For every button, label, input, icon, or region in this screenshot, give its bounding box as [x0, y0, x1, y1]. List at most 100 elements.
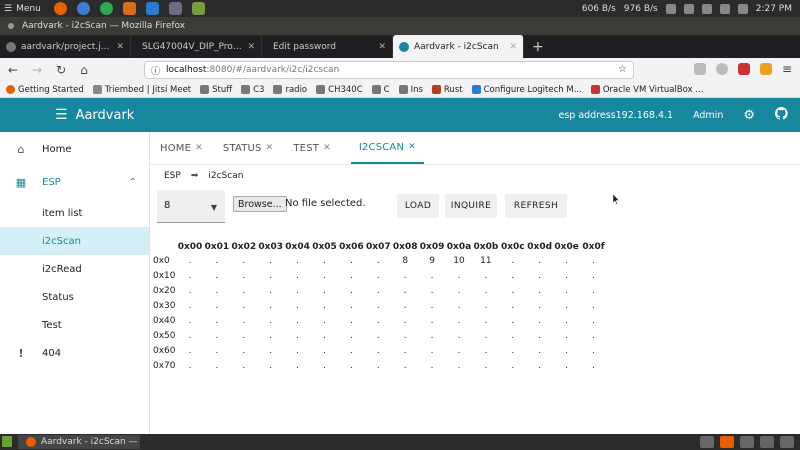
app-e-launcher-icon[interactable] [123, 2, 136, 15]
bookmark-item[interactable]: radio [273, 85, 307, 95]
bookmark-item[interactable]: Oracle VM VirtualBox ... [590, 85, 703, 95]
bookmark-item[interactable]: Triembed | Jitsi Meet [92, 85, 191, 95]
close-icon[interactable]: ✕ [116, 42, 124, 52]
menu-icon[interactable]: ☰ [55, 107, 68, 123]
load-button[interactable]: LOAD [397, 194, 439, 218]
close-icon[interactable]: ✕ [509, 42, 517, 52]
sidebar-item-esp[interactable]: ▦ ESP ⌃ [0, 168, 149, 196]
browser-tab[interactable]: SLG47004V_DIP_Proto_Boa ✕ [131, 35, 262, 58]
bookmark-item[interactable]: Rust [431, 85, 463, 95]
scan-cell: . [323, 331, 326, 341]
os-menu-label: Menu [16, 3, 41, 14]
scan-cell: . [215, 301, 219, 311]
screen-icon[interactable] [780, 436, 794, 448]
notification-icon[interactable] [683, 3, 694, 14]
bookmark-item[interactable]: Stuff [200, 85, 232, 95]
home-browser-icon[interactable]: ⌂ [80, 63, 88, 77]
taskbar-item-firefox[interactable]: Aardvark - i2cScan — ... [18, 435, 140, 449]
close-icon[interactable]: ✕ [266, 143, 274, 153]
bookmark-item[interactable]: CH340C [316, 85, 363, 95]
bookmark-star-icon[interactable]: ☆ [618, 64, 627, 75]
browser-tab[interactable]: aardvark/project.js at ma ✕ [0, 35, 131, 58]
display-icon[interactable] [760, 436, 774, 448]
signal-launcher-icon[interactable] [77, 2, 90, 15]
gear-icon[interactable]: ⚙ [743, 108, 755, 123]
back-icon[interactable]: ← [8, 63, 18, 77]
vscode-launcher-icon[interactable] [146, 2, 159, 15]
tab-home[interactable]: HOME ✕ [160, 132, 203, 164]
sidebar-item-test[interactable]: Test [0, 311, 149, 339]
chrome-launcher-icon[interactable] [100, 2, 113, 15]
scan-header-row: 0x00 0x01 0x02 0x03 0x04 0x05 0x06 0x07 0x08 0x09… [150, 242, 630, 256]
desktop-icon[interactable] [2, 436, 12, 447]
pocket-icon[interactable] [693, 63, 706, 75]
scan-column-header: 0x08 [392, 242, 418, 252]
bookmark-item[interactable]: C3 [241, 85, 264, 95]
scan-cell: . [242, 256, 246, 266]
sidebar-item-i2cscan[interactable]: i2cScan [0, 227, 149, 255]
table-row: 0x0........ 8 9 10 11.... [150, 256, 630, 270]
page-info-icon[interactable]: ⓘ [151, 64, 160, 77]
hamburger-menu-icon[interactable]: ≡ [782, 62, 792, 76]
admin-button[interactable]: Admin [693, 110, 723, 121]
os-menu-button[interactable]: ☰ Menu [0, 4, 48, 14]
url-host: localhost [166, 65, 207, 75]
workspace-icon[interactable] [700, 436, 714, 448]
chevron-up-icon[interactable]: ⌃ [129, 177, 137, 188]
sidebar-item-home[interactable]: ⌂ Home [0, 135, 149, 163]
tab-i2cscan[interactable]: I2CSCAN ✕ [350, 132, 424, 164]
files-launcher-icon[interactable] [192, 2, 205, 15]
bookmark-item[interactable]: Configure Logitech M... [471, 85, 582, 95]
clock[interactable]: 2:27 PM [756, 4, 792, 14]
scan-cell: . [592, 346, 595, 356]
sidebar-item-404[interactable]: ! 404 [0, 339, 149, 367]
browser-tab[interactable]: Edit password ✕ [262, 35, 393, 58]
github-icon[interactable] [774, 106, 788, 124]
signal-icon[interactable] [740, 436, 754, 448]
bookmark-item[interactable]: Ins [398, 84, 423, 95]
window-menu-icon[interactable] [8, 23, 14, 29]
content-tabs: HOME ✕ STATUS ✕ TEST ✕ I2CSCAN ✕ [150, 132, 800, 165]
close-icon[interactable]: ✕ [323, 143, 331, 153]
reload-icon[interactable]: ↻ [56, 63, 66, 77]
scan-cell: . [538, 301, 542, 311]
address-select[interactable]: 8 ▼ [157, 190, 225, 223]
sidebar-item-i2cread[interactable]: i2cRead [0, 255, 149, 283]
scan-cell: . [376, 331, 380, 341]
firefox-launcher-icon[interactable] [54, 2, 67, 15]
rust-icon [431, 85, 441, 94]
extension-icon[interactable] [737, 63, 750, 75]
breadcrumb-esp[interactable]: ESP [164, 171, 181, 181]
volume-icon[interactable] [737, 3, 748, 14]
sidebar-item-item-list[interactable]: item list [0, 199, 149, 227]
refresh-button[interactable]: REFRESH [505, 194, 567, 218]
bluetooth-icon[interactable] [665, 3, 676, 14]
bookmark-label: Ins [410, 84, 423, 95]
inquire-button[interactable]: INQUIRE [445, 194, 497, 218]
url-bar[interactable]: ⓘ localhost:8080/#/aardvark/i2c/i2cscan … [144, 61, 634, 79]
close-icon[interactable]: ✕ [195, 143, 203, 153]
account-icon[interactable] [715, 63, 728, 75]
bookmark-item[interactable]: Getting Started [6, 85, 84, 95]
close-icon[interactable]: ✕ [378, 42, 386, 52]
browser-tab-active[interactable]: Aardvark - i2cScan ✕ [393, 35, 524, 58]
forward-icon[interactable]: → [32, 63, 42, 77]
scan-cell: . [538, 271, 542, 281]
tab-status[interactable]: STATUS ✕ [223, 132, 273, 164]
shield-icon[interactable] [701, 3, 712, 14]
scan-cell: . [511, 286, 515, 296]
virtualbox-launcher-icon[interactable] [169, 2, 182, 15]
sidebar-item-status[interactable]: Status [0, 283, 149, 311]
firefox-icon[interactable] [720, 436, 734, 448]
close-icon[interactable]: ✕ [408, 142, 416, 152]
amazon-icon[interactable] [759, 63, 772, 75]
scan-column-header: 0x02 [231, 242, 257, 252]
scan-cell: . [484, 271, 488, 281]
new-tab-button[interactable]: + [524, 35, 552, 58]
close-icon[interactable]: ✕ [247, 42, 255, 52]
bookmark-item[interactable]: C [371, 85, 390, 95]
tab-test[interactable]: TEST ✕ [293, 132, 330, 164]
browse-button[interactable]: Browse... [233, 196, 287, 212]
folder-icon [398, 85, 408, 94]
wifi-icon[interactable] [719, 3, 730, 14]
